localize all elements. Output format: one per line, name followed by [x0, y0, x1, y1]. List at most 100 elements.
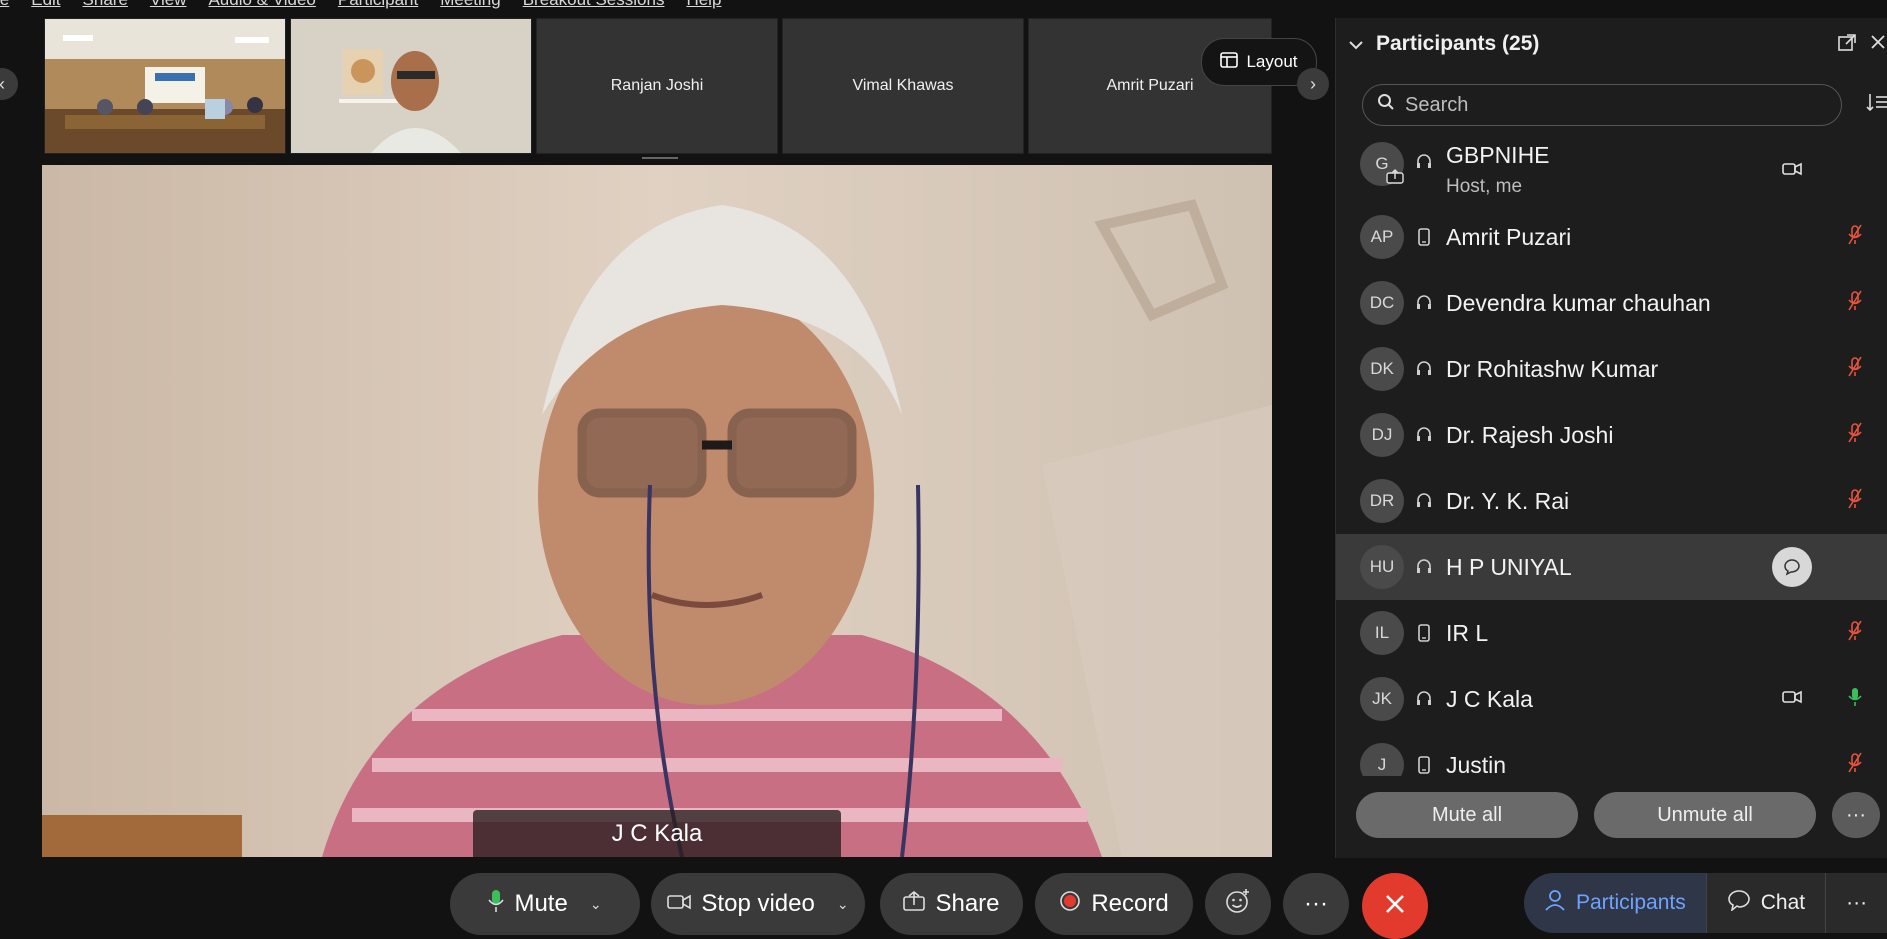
panel-more-button[interactable]: ···: [1832, 792, 1880, 838]
participant-name: J C Kala: [1446, 685, 1533, 712]
microphone-muted-icon[interactable]: [1846, 488, 1864, 515]
chat-bubble-icon[interactable]: [1772, 547, 1812, 587]
participant-row[interactable]: G GBPNIHE Host, me: [1336, 138, 1887, 204]
record-button[interactable]: Record: [1035, 873, 1193, 935]
headset-icon: [1415, 689, 1433, 709]
video-camera-icon: [1782, 162, 1802, 181]
close-icon: [1384, 889, 1406, 923]
menu-breakout[interactable]: Breakout Sessions: [523, 0, 665, 10]
more-label: ···: [1304, 890, 1328, 917]
chevron-down-icon[interactable]: ⌄: [837, 896, 849, 913]
avatar: DK: [1360, 347, 1404, 391]
headset-icon: [1415, 152, 1433, 172]
mute-all-button[interactable]: Mute all: [1356, 792, 1578, 838]
phone-icon: [1415, 623, 1433, 643]
mute-button[interactable]: Mute ⌄: [450, 873, 640, 935]
menu-edit[interactable]: Edit: [31, 0, 60, 10]
participant-role: Host, me: [1446, 176, 1523, 197]
participant-name: Dr. Rajesh Joshi: [1446, 421, 1614, 448]
participant-row[interactable]: AP Amrit Puzari: [1336, 204, 1887, 270]
participant-row[interactable]: JK J C Kala: [1336, 666, 1887, 732]
tile-name: Amrit Puzari: [1106, 77, 1194, 94]
participant-row[interactable]: DC Devendra kumar chauhan: [1336, 270, 1887, 336]
menu-file[interactable]: le: [0, 0, 9, 10]
mute-label: Mute: [514, 890, 568, 917]
sort-icon[interactable]: [1866, 92, 1887, 118]
more-options-button[interactable]: ···: [1283, 873, 1349, 935]
main-video: J C Kala: [42, 165, 1272, 857]
participant-name: GBPNIHE: [1446, 142, 1550, 168]
menu-view[interactable]: View: [150, 0, 187, 10]
emoji-icon: [1225, 888, 1251, 921]
participant-row[interactable]: DK Dr Rohitashw Kumar: [1336, 336, 1887, 402]
video-tile-participant[interactable]: Vimal Khawas: [782, 18, 1024, 154]
tile-name: Vimal Khawas: [852, 77, 954, 94]
avatar: J: [1360, 743, 1404, 776]
participant-row[interactable]: HU H P UNIYAL: [1336, 534, 1887, 600]
filmstrip-next-button[interactable]: ›: [1297, 68, 1329, 100]
participant-row[interactable]: DR Dr. Y. K. Rai: [1336, 468, 1887, 534]
reactions-button[interactable]: [1205, 873, 1271, 935]
stop-video-button[interactable]: Stop video ⌄: [651, 873, 865, 935]
video-tile-room[interactable]: [44, 18, 286, 154]
filmstrip-prev-button[interactable]: ‹: [0, 68, 18, 100]
unmute-all-button[interactable]: Unmute all: [1594, 792, 1816, 838]
video-tile-person[interactable]: [290, 18, 532, 154]
participants-toggle-button[interactable]: Participants: [1524, 873, 1707, 933]
headset-icon: [1415, 425, 1433, 445]
microphone-muted-icon[interactable]: [1846, 356, 1864, 383]
microphone-active-icon[interactable]: [1846, 686, 1864, 713]
chevron-down-icon[interactable]: ⌄: [590, 896, 602, 913]
participant-row[interactable]: IL IR L: [1336, 600, 1887, 666]
headset-icon: [1415, 293, 1433, 313]
popout-icon[interactable]: [1838, 34, 1856, 57]
avatar: DC: [1360, 281, 1404, 325]
participant-search-input[interactable]: Search: [1362, 84, 1842, 126]
avatar: JK: [1360, 677, 1404, 721]
share-button[interactable]: Share: [880, 873, 1023, 935]
panel-toggles: Participants Chat ···: [1524, 873, 1887, 933]
person-video-image: [291, 19, 531, 153]
close-icon[interactable]: [1870, 34, 1886, 57]
search-icon: [1377, 93, 1395, 117]
menu-help[interactable]: Help: [686, 0, 721, 10]
avatar: DJ: [1360, 413, 1404, 457]
chat-toggle-button[interactable]: Chat: [1707, 873, 1827, 933]
menu-participant[interactable]: Participant: [338, 0, 418, 10]
participants-panel: Participants (25) Search G GBPNIHE Host, m…: [1335, 18, 1887, 858]
camera-icon: [667, 890, 692, 918]
panel-title: Participants (25): [1376, 32, 1540, 55]
speaker-video-image: [42, 165, 1272, 857]
menu-meeting[interactable]: Meeting: [440, 0, 500, 10]
more-panels-button[interactable]: ···: [1826, 873, 1887, 933]
collapse-chevron-icon[interactable]: [1348, 32, 1364, 56]
microphone-muted-icon[interactable]: [1846, 620, 1864, 647]
end-meeting-button[interactable]: [1362, 873, 1428, 939]
video-tile-participant[interactable]: Ranjan Joshi: [536, 18, 778, 154]
participant-name: H P UNIYAL: [1446, 553, 1572, 580]
share-icon: [903, 890, 926, 918]
microphone-muted-icon[interactable]: [1846, 422, 1864, 449]
microphone-muted-icon[interactable]: [1846, 290, 1864, 317]
tile-name: Ranjan Joshi: [610, 77, 704, 94]
chat-toggle-label: Chat: [1760, 891, 1806, 914]
participant-name: IR L: [1446, 619, 1489, 646]
room-video-image: [45, 19, 285, 153]
person-icon: [1544, 889, 1566, 917]
menu-share[interactable]: Share: [83, 0, 128, 10]
avatar: DR: [1360, 479, 1404, 523]
record-label: Record: [1091, 890, 1169, 917]
participant-row[interactable]: DJ Dr. Rajesh Joshi: [1336, 402, 1887, 468]
participant-row[interactable]: J Justin: [1336, 732, 1887, 776]
microphone-muted-icon[interactable]: [1846, 224, 1864, 251]
share-label: Share: [935, 890, 1000, 917]
participant-name: Devendra kumar chauhan: [1446, 289, 1711, 316]
layout-label: Layout: [1246, 52, 1298, 71]
panel-header[interactable]: Participants (25): [1348, 32, 1539, 56]
microphone-icon: [488, 889, 505, 920]
microphone-muted-icon[interactable]: [1846, 752, 1864, 777]
headset-icon: [1415, 491, 1433, 511]
avatar: AP: [1360, 215, 1404, 259]
menu-audio-video[interactable]: Audio & Video: [208, 0, 315, 10]
participant-list[interactable]: G GBPNIHE Host, me AP Amrit Puzari DC Devendra…: [1336, 138, 1887, 776]
